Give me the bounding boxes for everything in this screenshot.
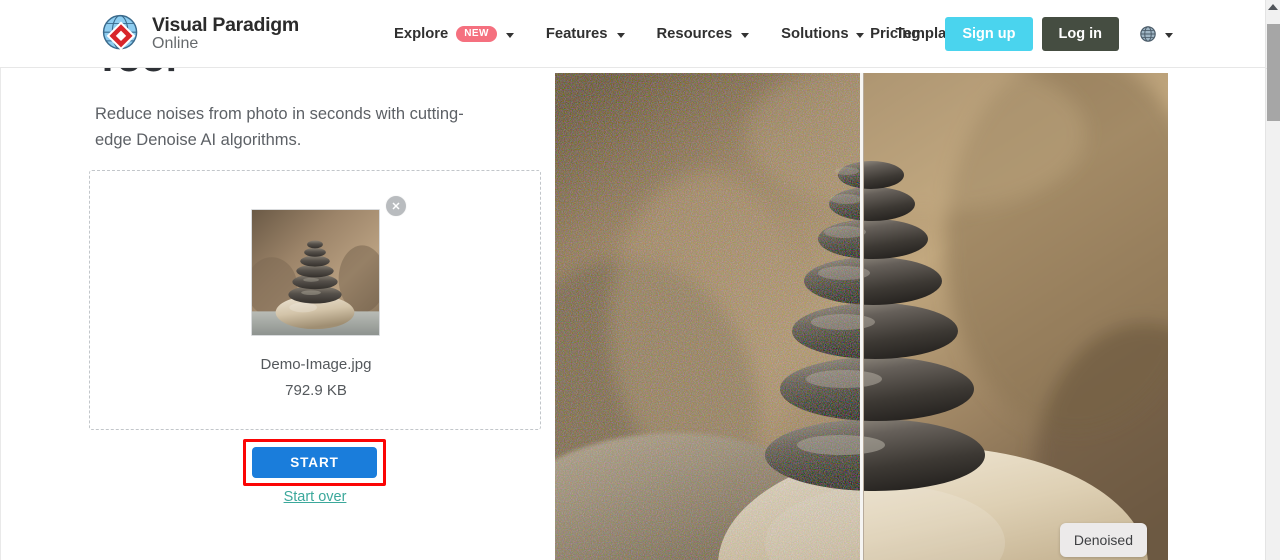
file-thumbnail <box>251 209 380 336</box>
close-icon <box>392 202 400 210</box>
file-dropzone[interactable]: Demo-Image.jpg 792.9 KB <box>89 170 541 430</box>
chevron-down-icon <box>1165 32 1173 38</box>
comparison-split-handle[interactable] <box>860 73 864 560</box>
nav-item-explore[interactable]: Explore NEW <box>378 0 530 68</box>
denoised-badge: Denoised <box>1059 523 1147 557</box>
page-description: Reduce noises from photo in seconds with… <box>95 105 464 150</box>
nav-label-solutions: Solutions <box>781 26 849 42</box>
nav-label-resources: Resources <box>656 26 733 42</box>
scrollbar-thumb[interactable] <box>1267 24 1280 121</box>
sign-up-button[interactable]: Sign up <box>945 17 1033 51</box>
nav-label-explore: Explore <box>394 26 449 42</box>
chevron-down-icon <box>741 32 750 38</box>
comparison-preview[interactable]: Denoised <box>555 73 1168 560</box>
brand-name: Visual Paradigm <box>152 13 299 36</box>
denoise-comparison-image <box>555 73 1168 560</box>
globe-diamond-logo-icon <box>102 14 138 51</box>
nav-item-pricing[interactable]: Pricing <box>854 26 936 42</box>
uploaded-file-item: Demo-Image.jpg 792.9 KB <box>251 195 407 399</box>
globe-icon <box>1140 26 1156 42</box>
header-actions: Pricing Sign up Log in <box>854 0 1173 68</box>
site-header: Visual Paradigm Online Explore NEW Featu… <box>0 0 1265 68</box>
brand-wordmark: Visual Paradigm Online <box>152 13 299 52</box>
start-over-link[interactable]: Start over <box>0 489 630 505</box>
nav-item-features[interactable]: Features <box>530 0 641 68</box>
nav-label-features: Features <box>545 26 608 42</box>
hero-text-column: Tool Reduce noises from photo in seconds… <box>95 35 555 153</box>
log-in-button[interactable]: Log in <box>1041 17 1119 51</box>
page-scrollbar[interactable] <box>1265 0 1280 560</box>
file-size: 792.9 KB <box>285 382 347 399</box>
browser-page: Visual Paradigm Online Explore NEW Featu… <box>0 0 1280 560</box>
language-selector[interactable] <box>1139 25 1173 43</box>
file-name: Demo-Image.jpg <box>260 356 372 373</box>
brand-logo-link[interactable]: Visual Paradigm Online <box>99 12 299 56</box>
start-button[interactable]: START <box>252 447 377 478</box>
scroll-up-arrow-icon[interactable] <box>1268 4 1278 10</box>
page-left-edge <box>0 0 1 560</box>
stacked-stones-thumbnail-image <box>252 210 379 335</box>
brand-subtitle: Online <box>152 34 199 52</box>
nav-item-resources[interactable]: Resources <box>641 0 766 68</box>
remove-file-button[interactable] <box>385 195 407 217</box>
new-badge: NEW <box>456 26 497 42</box>
chevron-down-icon <box>505 32 514 38</box>
chevron-down-icon <box>616 32 625 38</box>
